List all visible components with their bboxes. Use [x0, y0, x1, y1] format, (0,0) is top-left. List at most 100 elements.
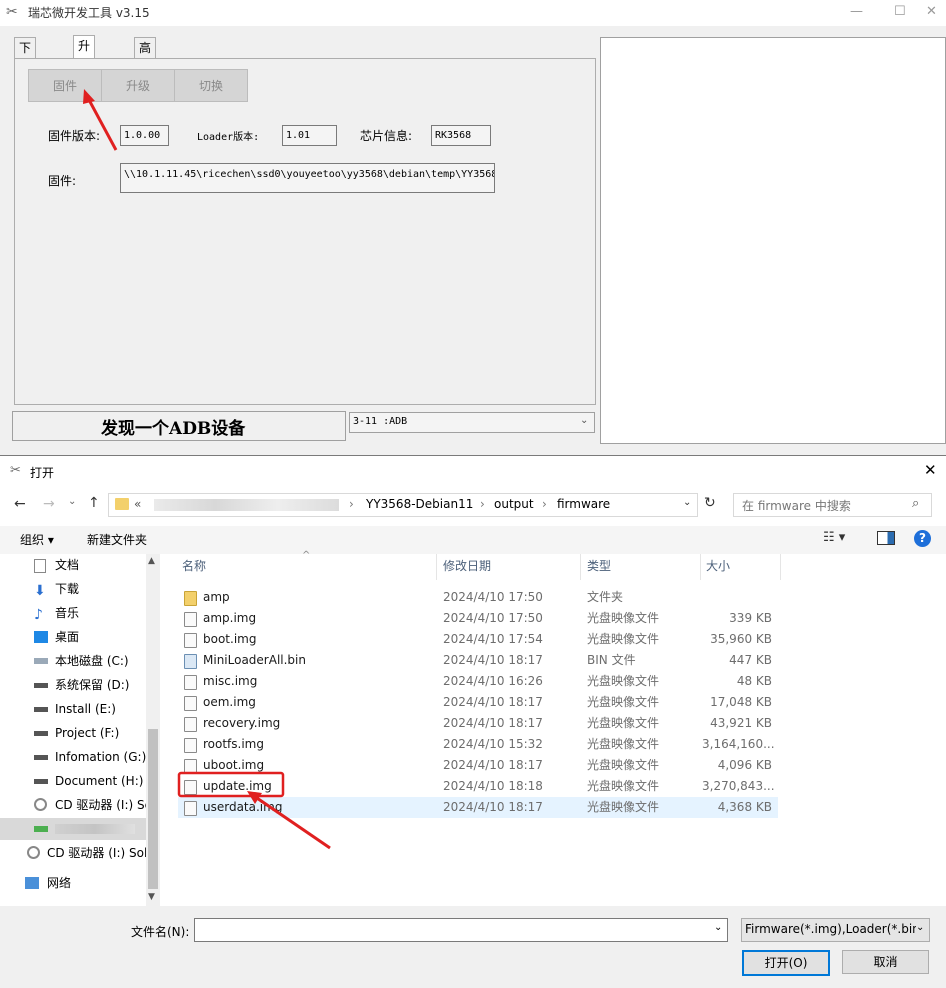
- filename-label: 文件名(N):: [131, 925, 190, 939]
- nav-item-drive-e[interactable]: Install (E:): [0, 698, 146, 720]
- tab-upgrade-firmware[interactable]: 升级固件: [73, 35, 96, 113]
- path-separator: ›: [349, 497, 354, 511]
- open-button[interactable]: 打开(O): [742, 950, 830, 976]
- scroll-up-icon[interactable]: ▲: [148, 556, 155, 566]
- address-bar[interactable]: « › YY3568-Debian11 › output › firmware …: [108, 493, 698, 517]
- column-divider[interactable]: [580, 554, 581, 580]
- drive-icon: [34, 755, 48, 760]
- preview-pane-icon[interactable]: [877, 531, 895, 545]
- column-divider[interactable]: [700, 554, 701, 580]
- back-icon[interactable]: ←: [14, 496, 26, 512]
- documents-icon: [34, 559, 46, 573]
- organize-button[interactable]: 组织 ▾: [20, 531, 54, 548]
- navigation-pane: 文档 ⬇ 下载 ♪ 音乐 桌面 本地磁盘 (C:) 系统保留 (D:) Instal…: [0, 554, 160, 906]
- folder-icon: [115, 498, 129, 510]
- download-icon: ⬇: [34, 583, 46, 599]
- nav-item-downloads[interactable]: ⬇ 下载: [0, 578, 146, 600]
- column-divider[interactable]: [780, 554, 781, 580]
- firmware-version-field: 1.0.00: [120, 125, 169, 146]
- folder-icon: [184, 591, 197, 606]
- disc-image-icon: [184, 738, 197, 753]
- disc-image-icon: [184, 759, 197, 774]
- dialog-toolbar: 组织 ▾ 新建文件夹 ☷ ▾ ?: [0, 526, 946, 554]
- network-icon: [25, 877, 39, 889]
- forward-icon[interactable]: →: [43, 496, 55, 512]
- close-icon[interactable]: ✕: [926, 4, 937, 19]
- tab-advanced[interactable]: 高级功能: [134, 37, 157, 115]
- firmware-version-label: 固件版本:: [48, 129, 101, 143]
- new-folder-button[interactable]: 新建文件夹: [87, 531, 147, 548]
- drive-icon: [34, 826, 48, 832]
- filename-input[interactable]: ⌄: [194, 918, 728, 942]
- nav-item-cd-drive[interactable]: CD 驱动器 (I:) Sc: [0, 794, 146, 816]
- search-box[interactable]: 在 firmware 中搜索 ⌕: [733, 493, 932, 517]
- title-bar: ✂ 瑞芯微开发工具 v3.15 — ☐ ✕: [0, 0, 946, 26]
- minimize-icon[interactable]: —: [850, 4, 863, 19]
- window-title: 瑞芯微开发工具 v3.15: [28, 6, 150, 20]
- nav-item-documents[interactable]: 文档: [0, 554, 146, 576]
- chevron-down-icon: ⌄: [916, 922, 925, 933]
- table-row[interactable]: userdata.img 2024/4/10 18:17 光盘映像文件 4,368 K…: [178, 797, 778, 818]
- nav-item-network[interactable]: 网络: [0, 872, 146, 894]
- column-size[interactable]: 大小: [706, 554, 730, 578]
- cancel-button[interactable]: 取消: [842, 950, 929, 974]
- table-row[interactable]: amp 2024/4/10 17:50 文件夹: [178, 587, 778, 608]
- device-select[interactable]: 3-11 :ADB ⌄: [349, 412, 595, 433]
- table-row[interactable]: update.img 2024/4/10 18:18 光盘映像文件 3,270,843…: [178, 776, 778, 797]
- firmware-button[interactable]: 固件: [28, 69, 102, 102]
- column-name[interactable]: 名称: [182, 554, 206, 578]
- bin-file-icon: [184, 654, 197, 669]
- scroll-down-icon[interactable]: ▼: [148, 892, 155, 902]
- column-type[interactable]: 类型: [587, 554, 611, 578]
- table-row[interactable]: MiniLoaderAll.bin 2024/4/10 18:17 BIN 文件 44…: [178, 650, 778, 671]
- view-options-icon[interactable]: ☷ ▾: [823, 530, 845, 545]
- table-row[interactable]: misc.img 2024/4/10 16:26 光盘映像文件 48 KB: [178, 671, 778, 692]
- up-icon[interactable]: ↑: [88, 495, 100, 511]
- scroll-thumb[interactable]: [148, 729, 158, 889]
- close-icon[interactable]: ✕: [924, 461, 937, 479]
- table-row[interactable]: boot.img 2024/4/10 17:54 光盘映像文件 35,960 KB: [178, 629, 778, 650]
- nav-item-selected[interactable]: [0, 818, 146, 840]
- nav-item-cd-drive-2[interactable]: CD 驱动器 (I:) Sol: [0, 842, 160, 864]
- recent-chevron-icon[interactable]: ⌄: [68, 496, 76, 507]
- drive-icon: [34, 683, 48, 688]
- chevron-down-icon: ⌄: [580, 415, 589, 426]
- path-separator: ›: [480, 497, 485, 511]
- table-row[interactable]: oem.img 2024/4/10 18:17 光盘映像文件 17,048 KB: [178, 692, 778, 713]
- chevron-down-icon[interactable]: ⌄: [683, 497, 691, 508]
- upgrade-button[interactable]: 升级: [101, 69, 175, 102]
- column-divider[interactable]: [436, 554, 437, 580]
- maximize-icon[interactable]: ☐: [894, 4, 906, 19]
- switch-button[interactable]: 切换: [174, 69, 248, 102]
- cd-icon: [34, 798, 47, 811]
- refresh-icon[interactable]: ↻: [704, 495, 716, 511]
- nav-item-music[interactable]: ♪ 音乐: [0, 602, 146, 624]
- tab-download-image[interactable]: 下载镜像: [14, 37, 37, 115]
- nav-item-drive-c[interactable]: 本地磁盘 (C:): [0, 650, 146, 672]
- disc-image-icon: [184, 612, 197, 627]
- search-placeholder: 在 firmware 中搜索: [742, 499, 851, 513]
- nav-item-drive-h[interactable]: Document (H:): [0, 770, 146, 792]
- help-icon[interactable]: ?: [914, 530, 931, 547]
- breadcrumb-output[interactable]: output: [494, 497, 534, 511]
- table-row[interactable]: recovery.img 2024/4/10 18:17 光盘映像文件 43,921 …: [178, 713, 778, 734]
- nav-item-drive-g[interactable]: Infomation (G:): [0, 746, 146, 768]
- firmware-path-field: \\10.1.11.45\ricechen\ssd0\youyeetoo\yy3…: [120, 163, 495, 193]
- table-row[interactable]: uboot.img 2024/4/10 18:17 光盘映像文件 4,096 KB: [178, 755, 778, 776]
- nav-scrollbar[interactable]: ▲ ▼: [146, 554, 160, 906]
- table-row[interactable]: amp.img 2024/4/10 17:50 光盘映像文件 339 KB: [178, 608, 778, 629]
- disc-image-icon: [184, 696, 197, 711]
- column-date[interactable]: 修改日期: [443, 554, 491, 578]
- status-bar: 发现一个ADB设备: [12, 411, 346, 441]
- drive-icon: [34, 707, 48, 712]
- path-separator: ›: [542, 497, 547, 511]
- filter-select[interactable]: Firmware(*.img),Loader(*.bin ⌄: [741, 918, 930, 942]
- blurred-label: [55, 824, 135, 834]
- nav-item-desktop[interactable]: 桌面: [0, 626, 146, 648]
- breadcrumb-firmware[interactable]: firmware: [557, 497, 610, 511]
- nav-item-drive-d[interactable]: 系统保留 (D:): [0, 674, 146, 696]
- table-row[interactable]: rootfs.img 2024/4/10 15:32 光盘映像文件 3,164,160…: [178, 734, 778, 755]
- nav-item-drive-f[interactable]: Project (F:): [0, 722, 146, 744]
- breadcrumb-debian[interactable]: YY3568-Debian11: [366, 497, 473, 511]
- drive-icon: [34, 658, 48, 664]
